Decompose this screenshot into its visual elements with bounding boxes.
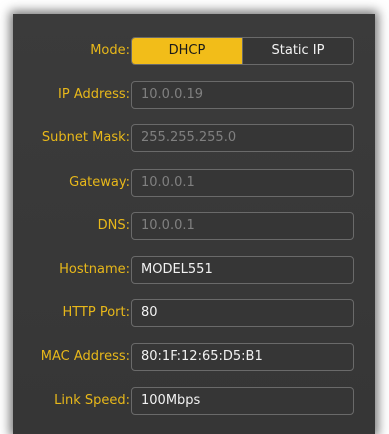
subnet-mask-label: Subnet Mask: [41, 130, 130, 145]
link-speed-value: 100Mbps [141, 393, 201, 408]
gateway-row: Gateway: 10.0.0.1 [13, 169, 375, 197]
http-port-value: 80 [141, 305, 158, 320]
mode-toggle[interactable]: DHCP Static IP [131, 37, 354, 65]
link-speed-row: Link Speed: 100Mbps [13, 387, 375, 415]
gateway-label: Gateway: [69, 175, 130, 190]
mac-address-label: MAC Address: [40, 349, 130, 364]
ip-address-field: 10.0.0.19 [131, 81, 354, 109]
mac-address-value: 80:1F:12:65:D5:B1 [141, 349, 263, 364]
mac-address-field: 80:1F:12:65:D5:B1 [131, 343, 354, 371]
dns-field: 10.0.0.1 [131, 212, 354, 240]
mode-label: Mode: [90, 43, 130, 58]
dns-label: DNS: [97, 218, 130, 233]
hostname-field[interactable]: MODEL551 [131, 256, 354, 284]
mac-address-row: MAC Address: 80:1F:12:65:D5:B1 [13, 343, 375, 371]
hostname-row: Hostname: MODEL551 [13, 256, 375, 284]
link-speed-field: 100Mbps [131, 387, 354, 415]
link-speed-label: Link Speed: [54, 393, 130, 408]
gateway-field: 10.0.0.1 [131, 169, 354, 197]
dhcp-button[interactable]: DHCP [132, 38, 242, 64]
dns-value: 10.0.0.1 [141, 218, 195, 233]
hostname-label: Hostname: [59, 262, 130, 277]
ip-address-label: IP Address: [58, 87, 130, 102]
gateway-value: 10.0.0.1 [141, 175, 195, 190]
mode-row: Mode: DHCP Static IP [13, 37, 375, 65]
http-port-row: HTTP Port: 80 [13, 299, 375, 327]
network-settings-panel: Mode: DHCP Static IP IP Address: 10.0.0.… [13, 14, 375, 434]
subnet-mask-field: 255.255.255.0 [131, 124, 354, 152]
ip-address-value: 10.0.0.19 [141, 87, 204, 102]
ip-address-row: IP Address: 10.0.0.19 [13, 81, 375, 109]
hostname-value: MODEL551 [141, 262, 213, 277]
static-ip-button[interactable]: Static IP [242, 38, 353, 64]
dns-row: DNS: 10.0.0.1 [13, 212, 375, 240]
subnet-mask-row: Subnet Mask: 255.255.255.0 [13, 124, 375, 152]
subnet-mask-value: 255.255.255.0 [141, 130, 237, 145]
http-port-label: HTTP Port: [62, 305, 130, 320]
http-port-field[interactable]: 80 [131, 299, 354, 327]
